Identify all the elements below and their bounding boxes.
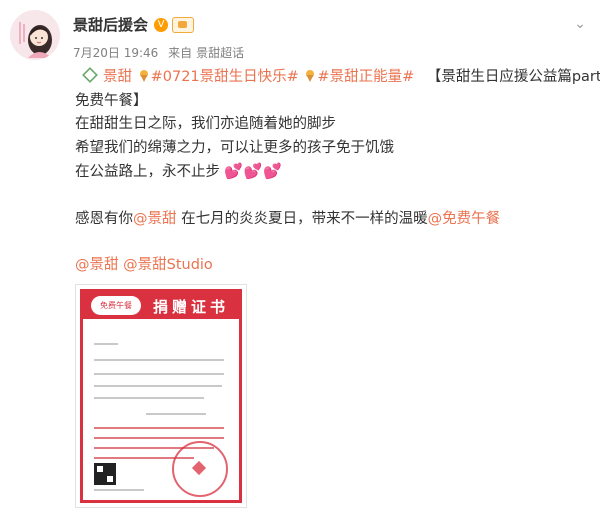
- source-link[interactable]: 景甜超话: [196, 46, 244, 60]
- ice-cream-icon: [306, 70, 315, 82]
- post-thanks-line: 感恩有你@景甜 在七月的炎炎夏日，带来不一样的温暖@免费午餐: [75, 208, 585, 232]
- source-prefix: 来自: [168, 46, 193, 60]
- mention-jingtian-2[interactable]: @景甜: [75, 257, 119, 273]
- post-line-1: 景甜 #0721景甜生日快乐# #景甜正能量# 【景甜生日应援公益篇part1-: [75, 66, 600, 90]
- certificate-text-line: [94, 385, 222, 387]
- supertopic-link[interactable]: 景甜: [103, 69, 132, 85]
- certificate-text-line: [94, 343, 118, 345]
- mention-jingtian-studio[interactable]: @景甜Studio: [123, 257, 213, 273]
- post-line-4: 希望我们的绵薄之力，可以让更多的孩子免于饥饿: [75, 139, 394, 156]
- post-line-3: 在甜甜生日之际，我们亦追随着她的脚步: [75, 116, 336, 132]
- post-line-5-text: 在公益路上，永不止步: [75, 164, 220, 180]
- hashtag-birthday[interactable]: #0721景甜生日快乐#: [151, 69, 299, 85]
- certificate-red-text-line: [94, 427, 224, 429]
- certificate-text-line: [94, 359, 224, 361]
- certificate-text-line: [94, 373, 224, 375]
- hearts-emoji-icon: 💕💕💕: [224, 162, 284, 180]
- certificate-red-text-line: [94, 437, 224, 439]
- post-date[interactable]: 7月20日 19:46: [73, 46, 158, 60]
- avatar-illustration: [19, 22, 52, 58]
- thanks-prefix: 感恩有你: [75, 210, 133, 227]
- post-title-line1: 【景甜生日应援公益篇part1-: [426, 69, 600, 85]
- ice-cream-icon: [139, 70, 148, 82]
- certificate-title: 捐赠证书: [152, 298, 229, 316]
- verified-badge-icon: V: [154, 17, 169, 32]
- certificate-header: 免费午餐 捐赠证书: [83, 292, 239, 319]
- post-content: 景甜 #0721景甜生日快乐# #景甜正能量# 【景甜生日应援公益篇part1-…: [75, 66, 600, 278]
- username[interactable]: 景甜后援会: [73, 14, 148, 35]
- official-seal-stamp: [172, 441, 228, 497]
- supertopic-icon: [82, 67, 98, 83]
- avatar[interactable]: [10, 10, 60, 60]
- thanks-middle: 在七月的炎炎夏日，带来不一样的温暖: [176, 210, 428, 227]
- certificate-serial-line: [94, 489, 144, 491]
- post-line-5: 在公益路上，永不止步 💕💕💕: [75, 160, 585, 185]
- post-title-line2: 免费午餐】: [75, 92, 148, 109]
- post-meta: 7月20日 19:46 来自 景甜超话: [73, 44, 250, 61]
- fan-rank-badge-icon[interactable]: [172, 16, 195, 33]
- chevron-down-icon[interactable]: ⌄: [574, 16, 586, 32]
- mention-jingtian[interactable]: @景甜: [133, 211, 177, 227]
- certificate-text-line: [94, 397, 204, 399]
- qr-code-icon: [94, 463, 116, 485]
- hashtag-positive-energy[interactable]: #景甜正能量#: [317, 69, 414, 85]
- certificate-text-line: [146, 413, 206, 415]
- mention-free-lunch[interactable]: @免费午餐: [428, 211, 501, 227]
- free-lunch-logo-text: 免费午餐: [100, 301, 132, 310]
- donation-certificate-image[interactable]: 免费午餐 捐赠证书: [75, 284, 247, 508]
- post-mentions-line: @景甜 @景甜Studio: [75, 254, 585, 278]
